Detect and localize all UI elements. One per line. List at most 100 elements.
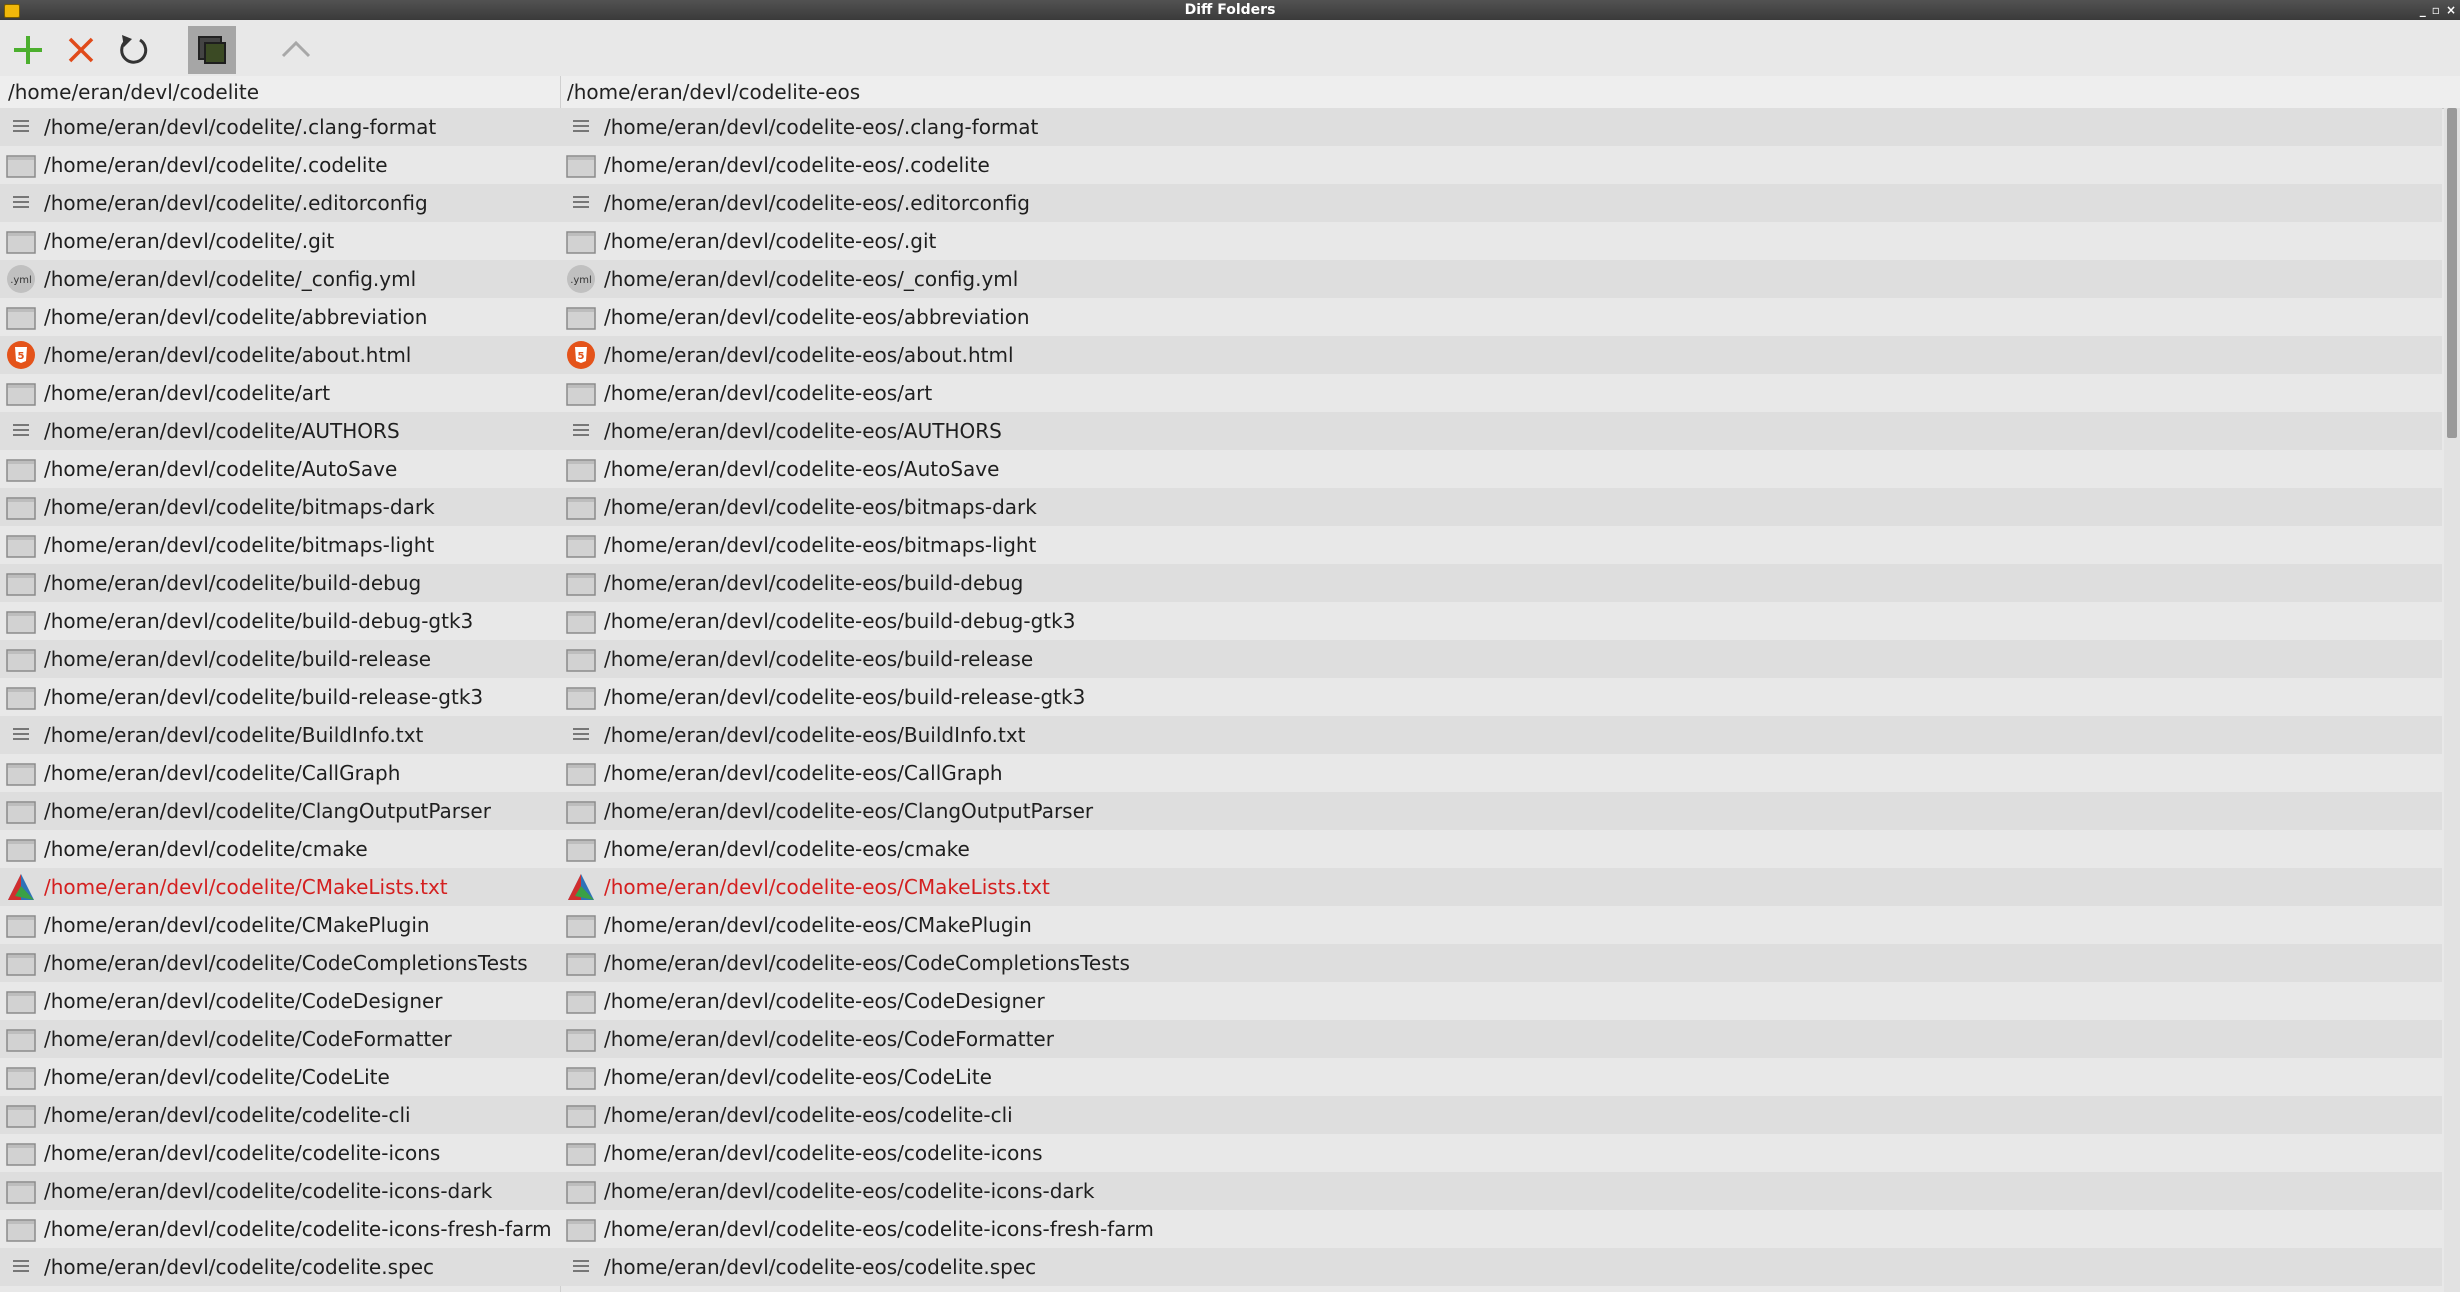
left-path-cell[interactable]: /home/eran/devl/codelite/codelite-icons-… [6,1172,558,1210]
table-row[interactable]: /home/eran/devl/codelite/codelite-icons /… [0,1134,2442,1172]
table-row[interactable]: /home/eran/devl/codelite/CMakePlugin/hom… [0,906,2442,944]
left-path-cell[interactable]: /home/eran/devl/codelite/AUTHORS [6,412,558,450]
left-path-cell[interactable]: /home/eran/devl/codelite/CodeDesigner [6,982,558,1020]
left-path-cell[interactable]: /home/eran/devl/codelite/CMakeLists.txt [6,868,558,906]
table-row[interactable]: /home/eran/devl/codelite/BuildInfo.txt/h… [0,716,2442,754]
table-row[interactable]: /home/eran/devl/codelite/CallGraph/home/… [0,754,2442,792]
minimize-button[interactable]: _ [2420,3,2426,17]
right-path-cell[interactable]: /home/eran/devl/codelite-eos/cmake [566,830,2436,868]
table-row[interactable]: /home/eran/devl/codelite/ClangOutputPars… [0,792,2442,830]
right-path-cell[interactable]: /home/eran/devl/codelite-eos/CMakeLists.… [566,868,2436,906]
scrollbar-thumb[interactable] [2447,108,2457,438]
left-path-cell[interactable]: /home/eran/devl/codelite/codelite-icons-… [6,1210,558,1248]
table-row[interactable]: /home/eran/devl/codelite/build-release/h… [0,640,2442,678]
left-path-cell[interactable]: /home/eran/devl/codelite/CodeFormatter [6,1020,558,1058]
table-row[interactable]: /home/eran/devl/codelite/.codelite/home/… [0,146,2442,184]
close-window-button[interactable]: × [2446,3,2456,17]
table-row[interactable]: /home/eran/devl/codelite/abbreviation/ho… [0,298,2442,336]
right-path-cell[interactable]: /home/eran/devl/codelite-eos/codelite-ic… [566,1172,2436,1210]
table-row[interactable]: /home/eran/devl/codelite/codelite.spec/h… [0,1248,2442,1286]
table-row[interactable]: /home/eran/devl/codelite/CodeDesigner/ho… [0,982,2442,1020]
right-path-cell[interactable]: /home/eran/devl/codelite-eos/codelite-ic… [566,1134,2436,1172]
table-row[interactable]: /home/eran/devl/codelite/cmake/home/eran… [0,830,2442,868]
table-row[interactable]: /home/eran/devl/codelite/art/home/eran/d… [0,374,2442,412]
right-path-cell[interactable]: .yml/home/eran/devl/codelite-eos/_config… [566,260,2436,298]
table-row[interactable]: /home/eran/devl/codelite/build-release-g… [0,678,2442,716]
right-path-cell[interactable]: /home/eran/devl/codelite-eos/ClangOutput… [566,792,2436,830]
right-path-cell[interactable]: /home/eran/devl/codelite-eos/build-debug… [566,602,2436,640]
maximize-button[interactable]: ▫ [2432,3,2440,17]
left-path-cell[interactable]: /home/eran/devl/codelite/bitmaps-light [6,526,558,564]
table-row[interactable]: /home/eran/devl/codelite/codelite-icons-… [0,1210,2442,1248]
table-row[interactable]: /home/eran/devl/codelite/CodeCompletions… [0,944,2442,982]
right-path-cell[interactable]: /home/eran/devl/codelite-eos/art [566,374,2436,412]
right-path-cell[interactable]: /home/eran/devl/codelite-eos/CodeFormatt… [566,1020,2436,1058]
table-row[interactable]: /home/eran/devl/codelite/CMakeLists.txt /… [0,868,2442,906]
right-path-cell[interactable]: /home/eran/devl/codelite-eos/build-relea… [566,678,2436,716]
left-path-cell[interactable]: 5/home/eran/devl/codelite/about.html [6,336,558,374]
left-path-cell[interactable]: /home/eran/devl/codelite/AutoSave [6,450,558,488]
table-row[interactable]: /home/eran/devl/codelite/CodeFormatter/h… [0,1020,2442,1058]
left-path-cell[interactable]: /home/eran/devl/codelite/codelite-cli [6,1096,558,1134]
right-path-cell[interactable]: /home/eran/devl/codelite-eos/BuildInfo.t… [566,716,2436,754]
right-path-cell[interactable]: /home/eran/devl/codelite-eos/AutoSave [566,450,2436,488]
right-path-cell[interactable]: /home/eran/devl/codelite-eos/.editorconf… [566,184,2436,222]
right-path-cell[interactable]: /home/eran/devl/codelite-eos/AUTHORS [566,412,2436,450]
new-comparison-button[interactable] [4,26,52,74]
right-path-cell[interactable]: /home/eran/devl/codelite-eos/build-relea… [566,640,2436,678]
right-path-cell[interactable]: /home/eran/devl/codelite-eos/bitmaps-lig… [566,526,2436,564]
right-path-cell[interactable]: /home/eran/devl/codelite-eos/codelite-ic… [566,1210,2436,1248]
left-path-cell[interactable]: /home/eran/devl/codelite/BuildInfo.txt [6,716,558,754]
table-row[interactable]: /home/eran/devl/codelite/.git/home/eran/… [0,222,2442,260]
right-path-cell[interactable]: /home/eran/devl/codelite-eos/codelite.sp… [566,1248,2436,1286]
right-path-cell[interactable]: /home/eran/devl/codelite-eos/.git [566,222,2436,260]
table-row[interactable]: /home/eran/devl/codelite/CodeLite/home/e… [0,1058,2442,1096]
table-row[interactable]: /home/eran/devl/codelite/AutoSave/home/e… [0,450,2442,488]
right-path-cell[interactable]: 5/home/eran/devl/codelite-eos/about.html [566,336,2436,374]
right-path-cell[interactable]: /home/eran/devl/codelite-eos/.codelite [566,146,2436,184]
right-path-cell[interactable]: /home/eran/devl/codelite-eos/CMakePlugin [566,906,2436,944]
left-path-cell[interactable]: /home/eran/devl/codelite/.editorconfig [6,184,558,222]
left-path-cell[interactable]: /home/eran/devl/codelite/.codelite [6,146,558,184]
table-row[interactable]: 5/home/eran/devl/codelite/about.html 5/ho… [0,336,2442,374]
table-row[interactable]: /home/eran/devl/codelite/AUTHORS/home/er… [0,412,2442,450]
right-path-cell[interactable]: /home/eran/devl/codelite-eos/bitmaps-dar… [566,488,2436,526]
left-path-cell[interactable]: /home/eran/devl/codelite/codelite.spec [6,1248,558,1286]
right-path-cell[interactable]: /home/eran/devl/codelite-eos/abbreviatio… [566,298,2436,336]
left-path-cell[interactable]: /home/eran/devl/codelite/bitmaps-dark [6,488,558,526]
left-path-cell[interactable]: /home/eran/devl/codelite/CallGraph [6,754,558,792]
right-path-cell[interactable]: /home/eran/devl/codelite-eos/CodeDesigne… [566,982,2436,1020]
table-row[interactable]: .yml/home/eran/devl/codelite/_config.yml… [0,260,2442,298]
up-folder-button[interactable] [272,26,320,74]
table-row[interactable]: /home/eran/devl/codelite/codelite-icons-… [0,1172,2442,1210]
left-folder-header[interactable]: /home/eran/devl/codelite [8,76,259,108]
right-path-cell[interactable]: /home/eran/devl/codelite-eos/build-debug [566,564,2436,602]
left-path-cell[interactable]: .yml/home/eran/devl/codelite/_config.yml [6,260,558,298]
left-path-cell[interactable]: /home/eran/devl/codelite/ClangOutputPars… [6,792,558,830]
right-path-cell[interactable]: /home/eran/devl/codelite-eos/CallGraph [566,754,2436,792]
table-row[interactable]: /home/eran/devl/codelite/.editorconfig/h… [0,184,2442,222]
refresh-button[interactable] [109,26,157,74]
show-similar-button[interactable] [188,26,236,74]
table-row[interactable]: /home/eran/devl/codelite/.clang-format/h… [0,108,2442,146]
clear-button[interactable] [57,26,105,74]
left-path-cell[interactable]: /home/eran/devl/codelite/codelite-icons [6,1134,558,1172]
table-row[interactable]: /home/eran/devl/codelite/build-debug-gtk… [0,602,2442,640]
right-path-cell[interactable]: /home/eran/devl/codelite-eos/CodeComplet… [566,944,2436,982]
left-path-cell[interactable]: /home/eran/devl/codelite/cmake [6,830,558,868]
left-path-cell[interactable]: /home/eran/devl/codelite/art [6,374,558,412]
table-row[interactable]: /home/eran/devl/codelite/build-debug/hom… [0,564,2442,602]
table-row[interactable]: /home/eran/devl/codelite/codelite-cli/ho… [0,1096,2442,1134]
left-path-cell[interactable]: /home/eran/devl/codelite/build-debug [6,564,558,602]
left-path-cell[interactable]: /home/eran/devl/codelite/CMakePlugin [6,906,558,944]
right-path-cell[interactable]: /home/eran/devl/codelite-eos/.clang-form… [566,108,2436,146]
left-path-cell[interactable]: /home/eran/devl/codelite/build-release [6,640,558,678]
table-row[interactable]: /home/eran/devl/codelite/bitmaps-dark/ho… [0,488,2442,526]
left-path-cell[interactable]: /home/eran/devl/codelite/CodeLite [6,1058,558,1096]
left-path-cell[interactable]: /home/eran/devl/codelite/build-debug-gtk… [6,602,558,640]
left-path-cell[interactable]: /home/eran/devl/codelite/.git [6,222,558,260]
right-path-cell[interactable]: /home/eran/devl/codelite-eos/CodeLite [566,1058,2436,1096]
table-row[interactable]: /home/eran/devl/codelite/bitmaps-light/h… [0,526,2442,564]
right-folder-header[interactable]: /home/eran/devl/codelite-eos [567,76,860,108]
vertical-scrollbar[interactable] [2444,108,2460,1292]
